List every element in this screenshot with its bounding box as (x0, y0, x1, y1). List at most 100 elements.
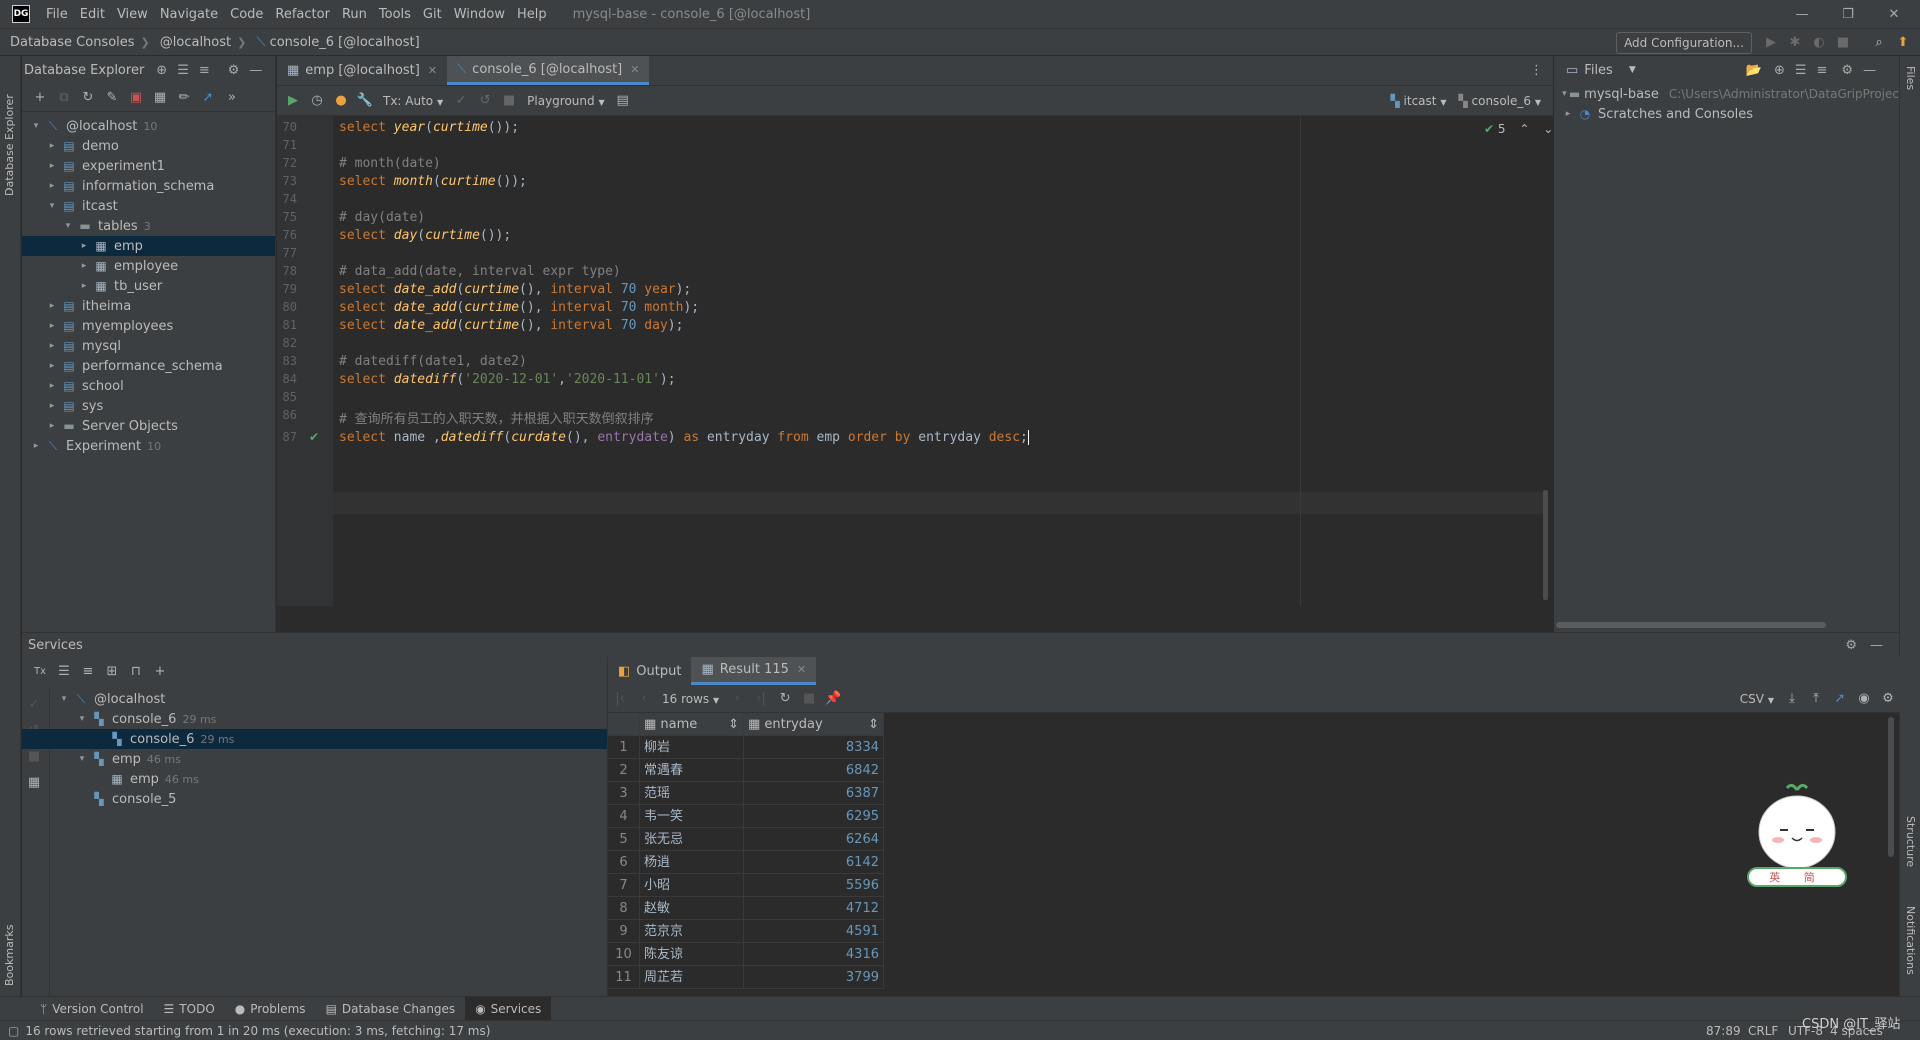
tree-item[interactable]: ▸ ▤ myemployees (22, 316, 275, 336)
tree-item[interactable]: ▸ ▤ itheima (22, 296, 275, 316)
tool-version-control[interactable]: ᛘ Version Control (30, 997, 154, 1021)
notifications-stripe-button[interactable]: Notifications (1904, 906, 1917, 996)
column-header-name[interactable]: ▦ name ⇕ (640, 713, 744, 736)
cell-entryday[interactable]: 6295 (744, 805, 884, 828)
properties-icon[interactable]: ✎ (100, 87, 124, 109)
grid-scrollbar[interactable] (1888, 717, 1894, 857)
structure-stripe-button[interactable]: Structure (1904, 816, 1917, 886)
status-window-icon[interactable]: ▢ (8, 1024, 19, 1038)
tree-item[interactable]: ▸ ▤ information_schema (22, 176, 275, 196)
restore-button[interactable]: ❐ (1826, 0, 1870, 28)
locate-icon[interactable]: ⊕ (1774, 63, 1785, 78)
cell-name[interactable]: 张无忌 (640, 828, 744, 851)
tree-item[interactable]: ▾ ⟍ @localhost 10 (22, 116, 275, 136)
files-item-scratches[interactable]: ▸ ◔ Scratches and Consoles (1554, 104, 1899, 124)
service-item[interactable]: ▚ console_6 29 ms (22, 729, 607, 749)
filter-icon[interactable]: ⊓ (124, 660, 148, 682)
tree-item[interactable]: ▸ ▤ school (22, 376, 275, 396)
prev-page-icon[interactable]: ‹ (632, 688, 656, 710)
commit-icon[interactable]: ✓ (449, 90, 473, 112)
cell-entryday[interactable]: 4591 (744, 920, 884, 943)
horizontal-scrollbar[interactable] (1556, 622, 1826, 628)
database-explorer-stripe-button[interactable]: Database Explorer (3, 66, 16, 196)
first-page-icon[interactable]: |‹ (608, 688, 632, 710)
cell-name[interactable]: 赵敏 (640, 897, 744, 920)
chevron-right-icon[interactable]: ▸ (44, 321, 60, 331)
search-icon[interactable]: ⌕ (1870, 34, 1888, 52)
breadcrumb-database-consoles[interactable]: Database Consoles (0, 35, 141, 50)
chevron-down-icon[interactable]: ▾ (60, 221, 76, 231)
tree-item[interactable]: ▸ ▦ tb_user (22, 276, 275, 296)
settings-wrench-icon[interactable]: 🔧 (353, 90, 377, 112)
cell-name[interactable]: 柳岩 (640, 736, 744, 759)
sort-icon[interactable]: ⇕ (868, 713, 879, 735)
table-view-icon[interactable]: ▦ (148, 87, 172, 109)
files-stripe-button[interactable]: Files (1904, 66, 1917, 116)
next-page-icon[interactable]: › (725, 688, 749, 710)
chevron-right-icon[interactable]: ▸ (44, 421, 60, 431)
download-icon[interactable]: ⤓ (1780, 688, 1804, 710)
files-item-project[interactable]: ▾ ▬ mysql-base C:\Users\Administrator\Da… (1554, 84, 1899, 104)
update-icon[interactable]: ⬆ (1894, 34, 1912, 52)
sort-icon[interactable]: ⇕ (728, 713, 739, 735)
stop-icon[interactable]: ■ (1834, 34, 1852, 52)
more-icon[interactable]: » (220, 87, 244, 109)
hide-icon[interactable]: — (1870, 638, 1883, 653)
table-row[interactable]: 8 赵敏 4712 (608, 897, 884, 920)
transaction-mode-dropdown[interactable]: Tx: Auto ▼ (377, 94, 449, 108)
cell-name[interactable]: 陈友谅 (640, 943, 744, 966)
output-table-icon[interactable]: ▤ (611, 90, 635, 112)
upload-icon[interactable]: ⤒ (1804, 688, 1828, 710)
collapse-all-icon[interactable]: ≡ (1817, 63, 1828, 78)
chevron-right-icon[interactable]: ▸ (44, 301, 60, 311)
cell-entryday[interactable]: 6387 (744, 782, 884, 805)
stop-icon[interactable]: ■ (797, 688, 821, 710)
caret-position[interactable]: 87:89 (1706, 1024, 1741, 1038)
table-row[interactable]: 4 韦一笑 6295 (608, 805, 884, 828)
gear-icon[interactable]: ⚙ (1845, 638, 1857, 653)
cancel-icon[interactable]: ■ (497, 90, 521, 112)
tree-item[interactable]: ▸ ⟍ Experiment 10 (22, 436, 275, 456)
expand-all-icon[interactable]: ☰ (1795, 63, 1807, 78)
add-icon[interactable]: + (28, 87, 52, 109)
code-editor[interactable]: select year(curtime()); # month(date) sele… (333, 116, 1553, 606)
add-service-icon[interactable]: + (148, 660, 172, 682)
breadcrumb-localhost[interactable]: @localhost (150, 35, 237, 50)
tree-item[interactable]: ▸ ▤ experiment1 (22, 156, 275, 176)
add-configuration-button[interactable]: Add Configuration... (1616, 32, 1752, 54)
refresh-icon[interactable]: ↻ (76, 87, 100, 109)
refresh-icon[interactable]: ↻ (773, 688, 797, 710)
service-item[interactable]: ▾ ⟍ @localhost (22, 689, 607, 709)
service-item[interactable]: ▾ ▚ emp 46 ms (22, 749, 607, 769)
menu-help[interactable]: Help (511, 7, 553, 22)
table-row[interactable]: 11 周芷若 3799 (608, 966, 884, 989)
tool-problems[interactable]: ● Problems (225, 997, 316, 1021)
table-row[interactable]: 10 陈友谅 4316 (608, 943, 884, 966)
chevron-right-icon[interactable]: ▸ (44, 161, 60, 171)
chevron-right-icon[interactable]: ▸ (44, 381, 60, 391)
inspection-widget[interactable]: ✔ 5 ⌃ ⌄ (1484, 122, 1553, 136)
rollback-icon[interactable]: ↺ (473, 90, 497, 112)
service-item[interactable]: ▚ console_5 (22, 789, 607, 809)
close-icon[interactable]: ✕ (797, 663, 806, 676)
run-icon[interactable]: ▶ (1762, 34, 1780, 52)
chevron-right-icon[interactable]: ▸ (44, 181, 60, 191)
tree-item[interactable]: ▸ ▦ emp (22, 236, 275, 256)
tree-item[interactable]: ▸ ▤ mysql (22, 336, 275, 356)
cell-name[interactable]: 韦一笑 (640, 805, 744, 828)
service-item[interactable]: ▾ ▚ console_6 29 ms (22, 709, 607, 729)
tree-item[interactable]: ▸ ▦ employee (22, 256, 275, 276)
stop-icon[interactable]: ▣ (124, 87, 148, 109)
table-row[interactable]: 3 范瑶 6387 (608, 782, 884, 805)
tree-item[interactable]: ▸ ▤ sys (22, 396, 275, 416)
menu-view[interactable]: View (111, 7, 154, 22)
chevron-right-icon[interactable]: ▸ (28, 441, 44, 451)
coverage-icon[interactable]: ◐ (1810, 34, 1828, 52)
menu-tools[interactable]: Tools (373, 7, 417, 22)
folder-open-icon[interactable]: 📂 (1746, 63, 1762, 78)
table-row[interactable]: 9 范京京 4591 (608, 920, 884, 943)
chevron-down-icon[interactable]: ▾ (56, 694, 72, 704)
tool-todo[interactable]: ☰ TODO (154, 997, 225, 1021)
chevron-down-icon[interactable]: ▾ (44, 201, 60, 211)
tab-result[interactable]: ▦ Result 115 ✕ (691, 657, 817, 685)
